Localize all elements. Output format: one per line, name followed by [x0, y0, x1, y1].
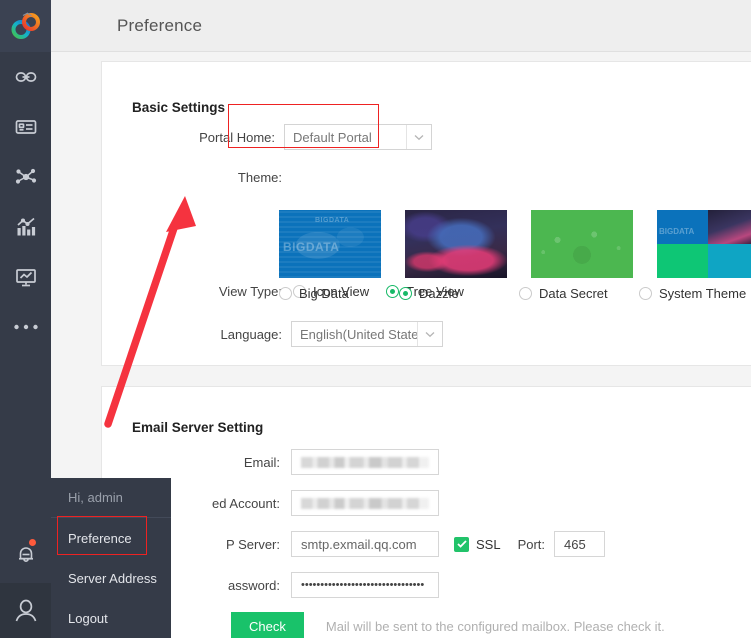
theme-thumb-system-theme[interactable]: BIGDATA — [657, 210, 751, 278]
radio-circle — [386, 285, 399, 298]
portal-home-select[interactable]: Default Portal — [284, 124, 432, 150]
theme-label: Theme: — [102, 170, 282, 185]
radio-label: Dazzle — [419, 286, 459, 301]
theme-thumb-big-data[interactable]: BIGDATA BIGDATA — [279, 210, 381, 278]
thumb-text-main: BIGDATA — [659, 227, 694, 236]
port-input[interactable]: 465 — [554, 531, 605, 557]
check-button[interactable]: Check — [231, 612, 304, 638]
theme-thumb-dazzle[interactable] — [405, 210, 507, 278]
chevron-down-icon — [406, 125, 431, 149]
portal-home-value: Default Portal — [285, 130, 406, 145]
sidebar-item-notifications[interactable] — [0, 525, 51, 583]
ssl-label: SSL — [476, 537, 501, 552]
radio-circle — [399, 287, 412, 300]
account-masked-value — [301, 498, 429, 509]
portal-home-label: Portal Home: — [102, 130, 275, 145]
user-menu-item-preference[interactable]: Preference — [51, 518, 171, 558]
presentation-chart-icon — [14, 265, 38, 289]
page-title: Preference — [117, 16, 202, 36]
notification-badge-dot — [29, 539, 36, 546]
sidebar-item-analytics[interactable] — [0, 202, 51, 252]
user-menu-greeting: Hi, admin — [51, 478, 171, 518]
email-server-title: Email Server Setting — [132, 420, 263, 435]
radio-circle — [519, 287, 532, 300]
ssl-checkbox[interactable] — [454, 537, 469, 552]
view-type-label: View Type: — [102, 284, 282, 299]
link-icon — [14, 65, 38, 89]
language-select[interactable]: English(United States) — [291, 321, 443, 347]
system-thumb-quadrant-4 — [708, 244, 751, 278]
smtp-server-value: smtp.exmail.qq.com — [301, 537, 417, 552]
sidebar-item-link[interactable] — [0, 52, 51, 102]
system-thumb-quadrant-2 — [708, 210, 751, 244]
product-logo[interactable] — [0, 0, 51, 52]
smtp-server-input[interactable]: smtp.exmail.qq.com — [291, 531, 439, 557]
sidebar-item-dashboard[interactable] — [0, 252, 51, 302]
email-server-panel: Email Server Setting Email: ed Account: … — [101, 386, 751, 638]
thumb-text-main: BIGDATA — [283, 240, 339, 254]
logo-rings-icon — [9, 12, 43, 40]
password-input[interactable]: •••••••••••••••••••••••••••••••• — [291, 572, 439, 598]
port-value: 465 — [564, 537, 586, 552]
language-value: English(United States) — [292, 327, 417, 342]
email-input[interactable] — [291, 449, 439, 475]
radio-dazzle[interactable]: Dazzle — [399, 286, 459, 301]
system-thumb-quadrant-1: BIGDATA — [657, 210, 708, 244]
sidebar-item-network[interactable] — [0, 152, 51, 202]
user-dropdown-menu: Hi, admin Preference Server Address Logo… — [51, 478, 171, 638]
sidebar-item-more[interactable] — [0, 302, 51, 352]
radio-circle — [279, 287, 292, 300]
network-person-art — [531, 210, 633, 278]
sidebar-item-user[interactable] — [0, 583, 51, 638]
check-icon — [457, 540, 467, 548]
account-input[interactable] — [291, 490, 439, 516]
user-menu-item-logout[interactable]: Logout — [51, 598, 171, 638]
user-avatar-icon — [12, 597, 40, 625]
chevron-down-icon — [417, 322, 442, 346]
radio-big-data[interactable]: Big Data — [279, 286, 349, 301]
app-root: Preference Basic Settings Portal Home: D… — [0, 0, 751, 638]
radio-label: System Theme — [659, 286, 746, 301]
bar-chart-icon — [14, 215, 38, 239]
radio-circle — [639, 287, 652, 300]
radio-label: Data Secret — [539, 286, 608, 301]
email-masked-value — [301, 457, 429, 468]
thumb-text-small: BIGDATA — [315, 217, 349, 224]
more-ellipsis-icon — [13, 323, 39, 331]
radio-label: Big Data — [299, 286, 349, 301]
left-sidebar — [0, 0, 51, 638]
basic-settings-title: Basic Settings — [132, 100, 225, 115]
email-label: Email: — [102, 455, 280, 470]
system-thumb-quadrant-3 — [657, 244, 708, 278]
network-graph-icon — [14, 165, 38, 189]
card-list-icon — [14, 115, 38, 139]
theme-thumb-data-secret[interactable] — [531, 210, 633, 278]
user-menu-item-server-address[interactable]: Server Address — [51, 558, 171, 598]
password-value: •••••••••••••••••••••••••••••••• — [301, 579, 424, 591]
radio-data-secret[interactable]: Data Secret — [519, 286, 608, 301]
email-check-hint: Mail will be sent to the configured mail… — [326, 619, 665, 634]
sidebar-item-card-list[interactable] — [0, 102, 51, 152]
theme-thumbnail-list: BIGDATA BIGDATA BIGDATA — [279, 210, 751, 278]
page-header: Preference — [51, 0, 751, 52]
language-label: Language: — [102, 327, 282, 342]
port-label: Port: — [518, 537, 545, 552]
radio-system-theme[interactable]: System Theme — [639, 286, 746, 301]
